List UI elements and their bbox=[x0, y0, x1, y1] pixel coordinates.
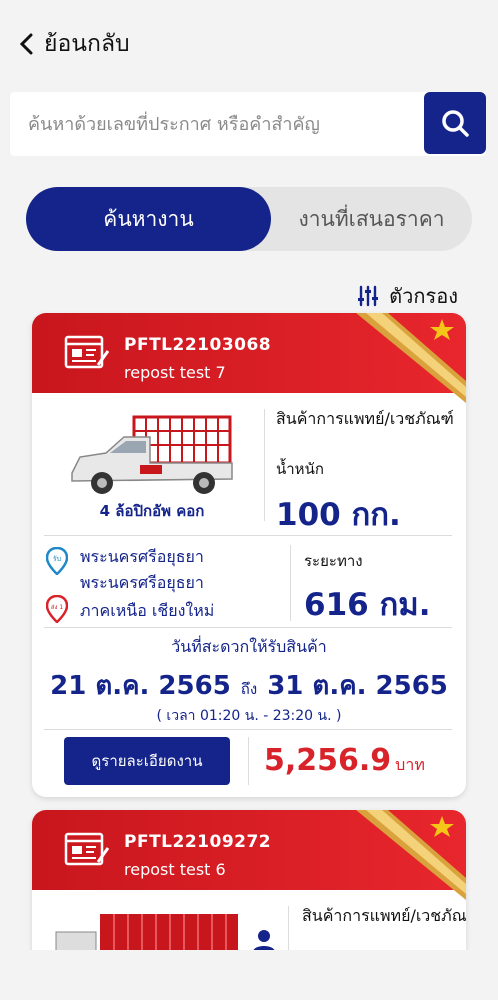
price-value: 5,256.9 bbox=[264, 743, 392, 778]
pickup-pin-icon: รับ bbox=[46, 547, 68, 575]
search-bar bbox=[10, 92, 486, 156]
job-title: repost test 6 bbox=[124, 860, 226, 879]
featured-ribbon bbox=[356, 810, 466, 900]
user-icon bbox=[253, 930, 275, 952]
svg-text:ส่ง 1: ส่ง 1 bbox=[51, 604, 63, 611]
date-to: 31 ต.ค. 2565 bbox=[267, 671, 448, 701]
dropoff-pin-icon: ส่ง 1 bbox=[46, 595, 68, 623]
date-from: 21 ต.ค. 2565 bbox=[50, 671, 231, 701]
distance-label: ระยะทาง bbox=[304, 552, 363, 570]
featured-ribbon bbox=[356, 313, 466, 403]
filter-button[interactable]: ตัวกรอง bbox=[357, 280, 458, 312]
pickup-truck-image bbox=[71, 415, 233, 494]
goods-type: สินค้าการแพทย์/เวชภัณฑ์ bbox=[276, 409, 454, 428]
search-input[interactable] bbox=[28, 92, 418, 156]
svg-text:รับ: รับ bbox=[53, 555, 61, 563]
goods-type: สินค้าการแพทย์/เวชภัณฑ์ bbox=[302, 906, 466, 925]
job-price: 5,256.9 บาท bbox=[264, 743, 425, 778]
star-icon bbox=[430, 816, 454, 837]
truck-image bbox=[55, 914, 238, 950]
job-card-header: PFTL22103068 repost test 7 bbox=[32, 313, 466, 403]
job-card-header: PFTL22109272 repost test 6 bbox=[32, 810, 466, 900]
divider bbox=[44, 729, 452, 730]
weight-label: น้ำหนัก bbox=[276, 460, 324, 478]
date-separator: ถึง bbox=[240, 680, 258, 698]
view-job-details-button[interactable]: ดูรายละเอียดงาน bbox=[64, 737, 230, 785]
job-card[interactable]: PFTL22103068 repost test 7 4 ล้อปิกอัพ ค… bbox=[32, 313, 466, 797]
distance-value: 616 กม. bbox=[304, 587, 431, 623]
back-label: ย้อนกลับ bbox=[44, 31, 130, 57]
pickup-date-range: 21 ต.ค. 2565 ถึง 31 ต.ค. 2565 bbox=[32, 665, 466, 706]
time-range: ( เวลา 01:20 น. - 23:20 น. ) bbox=[156, 708, 342, 724]
dropoff-location: ภาคเหนือ เชียงใหม่ bbox=[80, 601, 215, 620]
divider bbox=[44, 627, 452, 628]
divider bbox=[264, 409, 265, 521]
bottom-spacer bbox=[0, 950, 498, 1000]
pickup-date-title: วันที่สะดวกให้รับสินค้า bbox=[171, 637, 327, 656]
document-icon bbox=[64, 335, 110, 369]
star-icon bbox=[430, 319, 454, 340]
vehicle-type: 4 ล้อปิกอัพ คอก bbox=[99, 502, 205, 520]
search-button[interactable] bbox=[424, 92, 486, 154]
tab-switcher: ค้นหางาน งานที่เสนอราคา bbox=[26, 187, 472, 251]
job-id: PFTL22103068 bbox=[124, 335, 272, 355]
pickup-location-detail: พระนครศรีอยุธยา bbox=[80, 573, 204, 592]
weight-value: 100 กก. bbox=[276, 497, 401, 533]
sliders-icon bbox=[358, 285, 379, 307]
divider bbox=[290, 545, 291, 621]
price-unit: บาท bbox=[395, 755, 425, 774]
job-title: repost test 7 bbox=[124, 363, 226, 382]
back-button[interactable]: ย้อนกลับ bbox=[18, 26, 130, 62]
tab-search-jobs[interactable]: ค้นหางาน bbox=[26, 187, 271, 251]
top-bar: ย้อนกลับ bbox=[0, 0, 498, 84]
search-icon bbox=[442, 110, 469, 137]
filter-label: ตัวกรอง bbox=[389, 284, 458, 308]
divider bbox=[248, 737, 249, 785]
pickup-location: พระนครศรีอยุธยา bbox=[80, 547, 204, 566]
chevron-left-icon bbox=[19, 33, 33, 55]
document-icon bbox=[64, 832, 110, 866]
job-id: PFTL22109272 bbox=[124, 832, 272, 852]
divider bbox=[44, 535, 452, 536]
tab-quoted-jobs[interactable]: งานที่เสนอราคา bbox=[271, 187, 472, 251]
